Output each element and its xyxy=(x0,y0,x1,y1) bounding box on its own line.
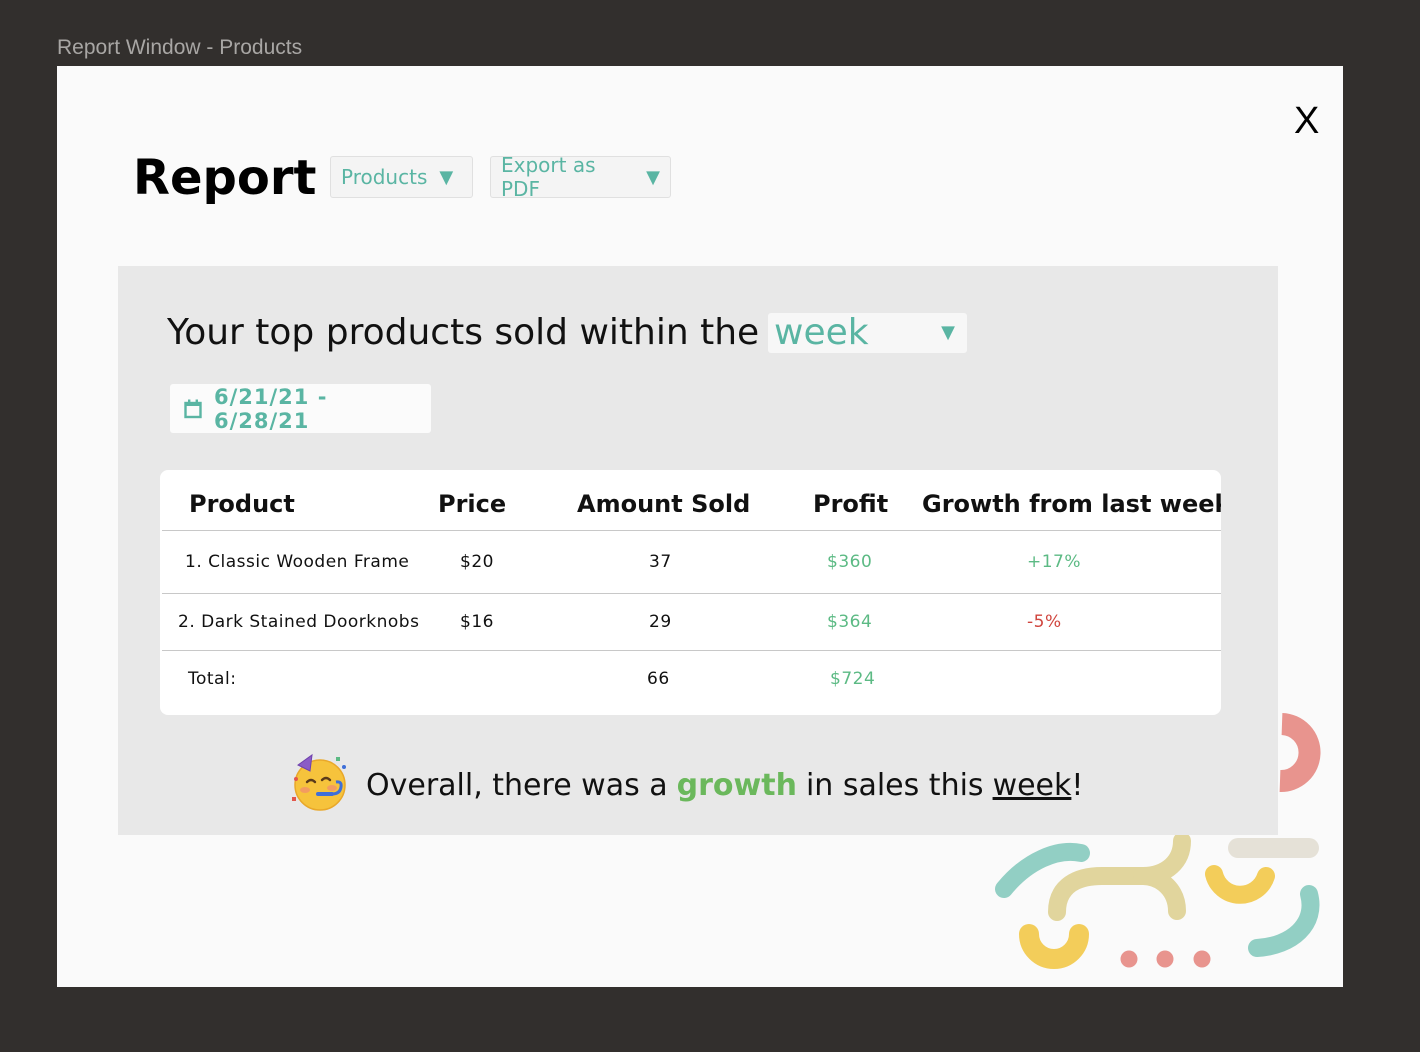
headline: Your top products sold within the xyxy=(167,312,760,353)
cell-product: 2. Dark Stained Doorknobs xyxy=(178,612,420,632)
period-select[interactable]: week ▼ xyxy=(768,313,967,353)
column-header-amount-sold: Amount Sold xyxy=(577,490,751,518)
divider xyxy=(162,593,1221,594)
page-title: Report xyxy=(133,150,317,206)
cell-amount: 29 xyxy=(649,612,672,632)
cell-amount: 37 xyxy=(649,552,672,572)
calendar-icon xyxy=(184,399,202,418)
window-frame-title: Report Window - Products xyxy=(57,36,303,59)
partying-face-icon xyxy=(288,749,352,821)
cell-profit: $364 xyxy=(827,612,873,632)
triangle-down-icon: ▼ xyxy=(941,322,955,343)
period-select-value: week xyxy=(774,312,869,353)
triangle-down-icon: ▼ xyxy=(439,166,454,188)
cell-price: $16 xyxy=(460,612,494,632)
products-table: Product Price Amount Sold Profit Growth … xyxy=(160,470,1221,715)
cell-price: $20 xyxy=(460,552,494,572)
export-dropdown-label: Export as PDF xyxy=(501,153,596,201)
summary-prefix: Overall, there was a xyxy=(366,767,668,803)
export-dropdown[interactable]: Export as PDF ▼ xyxy=(490,153,671,201)
report-window: X Report Products ▼ Export as PDF ▼ Your… xyxy=(57,66,1343,987)
report-type-dropdown[interactable]: Products ▼ xyxy=(330,156,473,198)
divider xyxy=(162,650,1221,651)
total-amount: 66 xyxy=(647,669,670,689)
cell-product: 1. Classic Wooden Frame xyxy=(185,552,410,572)
total-profit: $724 xyxy=(830,669,876,689)
summary-highlight: growth xyxy=(676,767,797,803)
summary-period: week xyxy=(992,767,1072,803)
summary-suffix: ! xyxy=(1071,767,1084,803)
total-label: Total: xyxy=(188,669,237,689)
cell-growth: +17% xyxy=(1027,552,1082,572)
column-header-profit: Profit xyxy=(813,490,889,518)
triangle-down-icon: ▼ xyxy=(646,166,660,188)
column-header-price: Price xyxy=(438,490,507,518)
divider xyxy=(162,530,1221,531)
close-button[interactable]: X xyxy=(1294,102,1319,140)
column-header-product: Product xyxy=(189,490,295,518)
summary-line: Overall, there was a growth in sales thi… xyxy=(288,753,1083,817)
cell-profit: $360 xyxy=(827,552,873,572)
report-panel: Your top products sold within the week ▼… xyxy=(118,266,1278,835)
date-range-picker[interactable]: 6/21/21 - 6/28/21 xyxy=(170,384,431,433)
date-range-text: 6/21/21 - 6/28/21 xyxy=(213,384,328,433)
summary-middle: in sales this xyxy=(805,767,984,803)
report-type-dropdown-label: Products xyxy=(341,165,428,189)
column-header-growth: Growth from last week xyxy=(922,490,1221,518)
cell-growth: -5% xyxy=(1027,612,1062,632)
